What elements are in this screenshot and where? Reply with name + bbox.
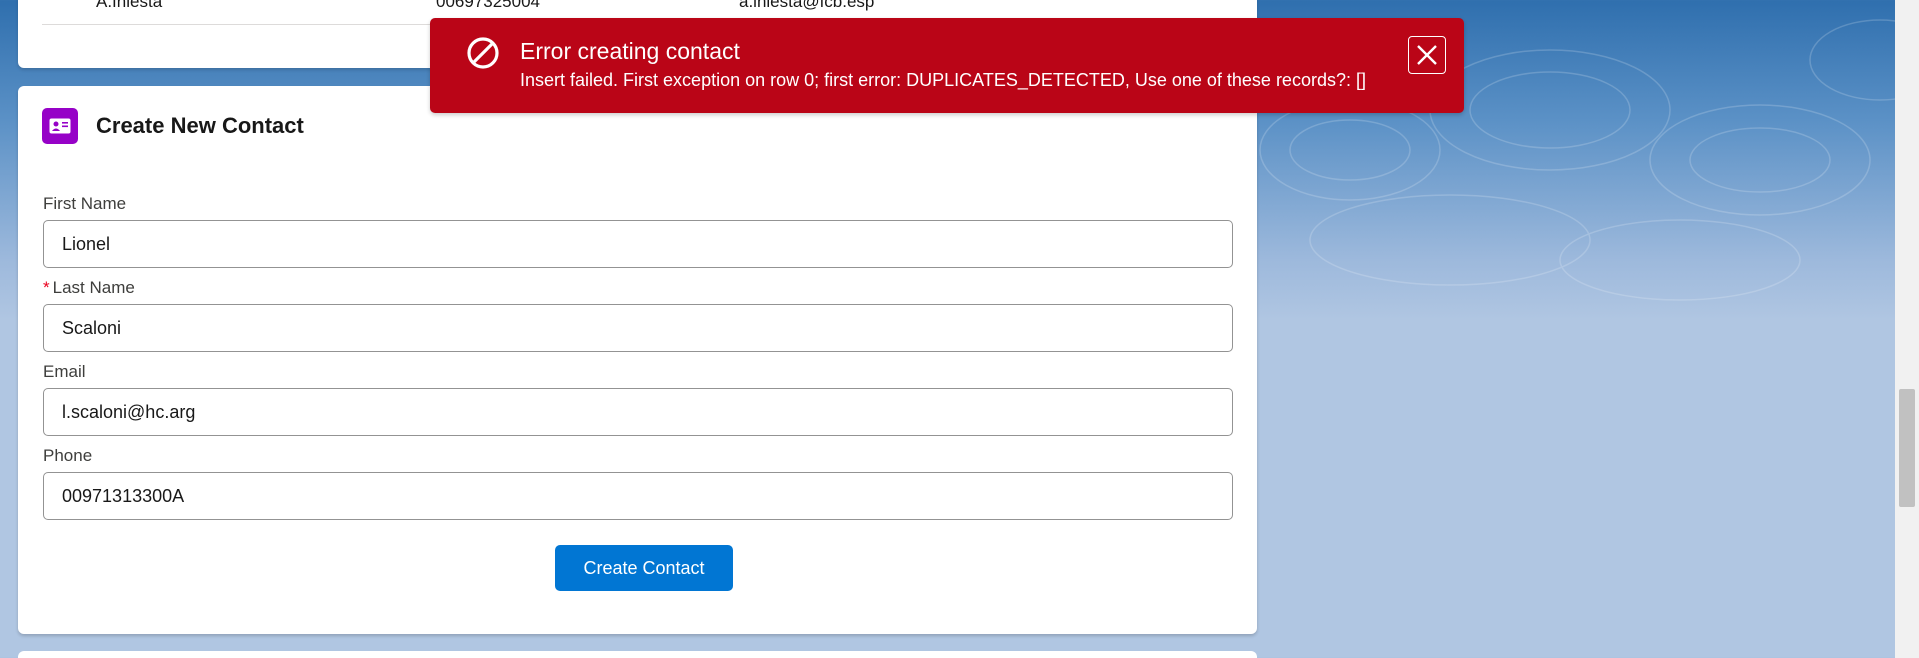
- email-label: Email: [43, 362, 86, 381]
- contact-name-cell: A.Iniesta: [96, 0, 163, 11]
- create-contact-card: Create New Contact First Name *Last Name…: [18, 86, 1257, 634]
- close-toast-button[interactable]: [1408, 36, 1446, 74]
- phone-input[interactable]: [43, 472, 1233, 520]
- contact-email-cell: a.iniesta@fcb.esp: [739, 0, 875, 11]
- contact-card-icon: [42, 108, 78, 144]
- card-title: Create New Contact: [96, 113, 304, 138]
- close-icon: [1417, 45, 1437, 65]
- card-header: Create New Contact: [42, 106, 304, 146]
- last-name-label: * Last Name: [43, 278, 135, 298]
- first-name-label: First Name: [43, 194, 127, 213]
- toast-title: Error creating contact: [520, 38, 740, 64]
- ban-icon: [467, 37, 499, 69]
- next-card: [18, 651, 1257, 658]
- page-scrollbar[interactable]: [1895, 0, 1919, 658]
- email-input[interactable]: [43, 388, 1233, 436]
- first-name-input[interactable]: [43, 220, 1233, 268]
- required-mark: *: [43, 278, 50, 297]
- scrollbar-thumb[interactable]: [1899, 389, 1915, 507]
- toast-message: Insert failed. First exception on row 0;…: [520, 70, 1366, 90]
- last-name-input[interactable]: [43, 304, 1233, 352]
- create-contact-button[interactable]: Create Contact: [555, 545, 733, 591]
- phone-label: Phone: [43, 446, 93, 465]
- error-toast: Error creating contact Insert failed. Fi…: [430, 18, 1464, 113]
- last-name-label-text: Last Name: [52, 278, 135, 297]
- contact-phone-cell: 00697325004: [436, 0, 541, 11]
